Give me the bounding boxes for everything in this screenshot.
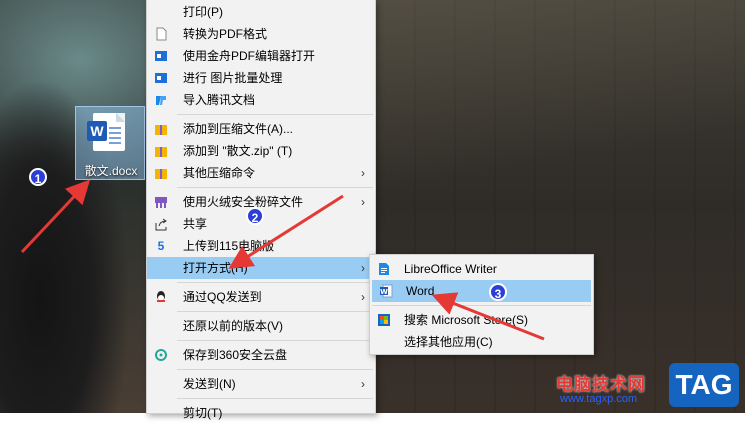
arrow-step3 (431, 292, 545, 341)
watermark-text: 电脑技术网 (556, 375, 646, 394)
step-badge-2: 2 (246, 207, 264, 225)
watermark-url: www.tagxp.com (560, 393, 638, 405)
arrow-step1 (20, 179, 91, 254)
arrow-step2 (228, 194, 344, 269)
tutorial-arrows (20, 179, 545, 341)
step-badge-3: 3 (489, 283, 507, 301)
step-badge-1: 1 (29, 168, 47, 186)
watermark-logo: TAG (669, 363, 739, 407)
